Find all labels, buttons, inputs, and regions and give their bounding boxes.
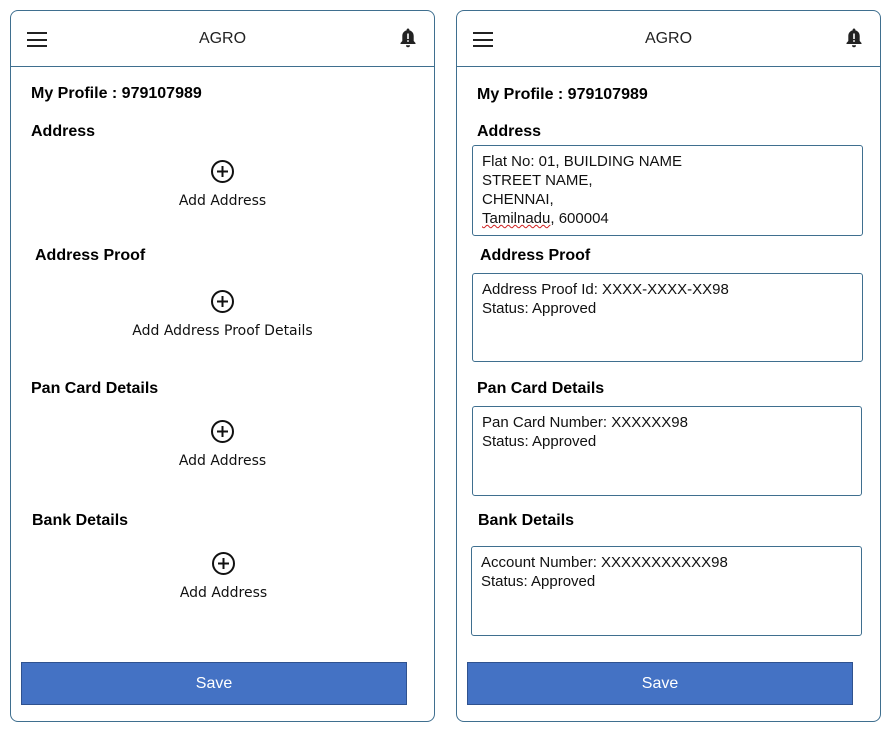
bank-account-number: Account Number: XXXXXXXXXXX98 — [481, 554, 728, 571]
address-proof-heading: Address Proof — [35, 247, 146, 264]
address-line-1: Flat No: 01, BUILDING NAME — [482, 153, 683, 170]
bank-details-heading: Bank Details — [32, 512, 129, 529]
pan-card-status: Status: Approved — [482, 433, 597, 450]
profile-title: My Profile : 979107989 — [477, 86, 648, 103]
add-pan-card-button[interactable]: Add Address — [11, 419, 434, 469]
address-box[interactable]: Flat No: 01, BUILDING NAME STREET NAME, … — [472, 145, 863, 236]
plus-circle-icon — [212, 552, 235, 575]
address-line-2: STREET NAME, — [482, 172, 593, 189]
add-bank-details-label: Add Address — [179, 585, 268, 601]
add-address-proof-button[interactable]: Add Address Proof Details — [11, 289, 434, 339]
empty-profile-screen: AGRO My Profile : 979107989 Address Add … — [10, 10, 435, 722]
address-state: Tamilnadu — [482, 210, 551, 227]
bell-alert-icon[interactable] — [844, 27, 864, 49]
add-address-proof-label: Add Address Proof Details — [132, 323, 313, 339]
plus-circle-icon — [211, 290, 234, 313]
address-proof-heading: Address Proof — [480, 247, 591, 264]
add-bank-details-button[interactable]: Add Address — [12, 551, 435, 601]
pan-card-number: Pan Card Number: XXXXXX98 — [482, 414, 688, 431]
address-pincode: , 600004 — [550, 210, 609, 227]
app-bar: AGRO — [11, 11, 434, 67]
bell-alert-icon[interactable] — [398, 27, 418, 49]
add-address-button[interactable]: Add Address — [11, 159, 434, 209]
bank-details-box[interactable]: Account Number: XXXXXXXXXXX98 Status: Ap… — [471, 546, 862, 636]
address-proof-id: Address Proof Id: XXXX-XXXX-XX98 — [482, 281, 729, 298]
pan-card-box[interactable]: Pan Card Number: XXXXXX98 Status: Approv… — [472, 406, 862, 496]
add-pan-card-label: Add Address — [178, 453, 267, 469]
address-line-3: CHENNAI, — [482, 191, 554, 208]
profile-title: My Profile : 979107989 — [31, 85, 202, 102]
address-heading: Address — [31, 123, 96, 140]
pan-card-heading: Pan Card Details — [31, 380, 159, 397]
pan-card-heading: Pan Card Details — [477, 380, 605, 397]
filled-profile-screen: AGRO My Profile : 979107989 Address Flat… — [456, 10, 881, 722]
app-bar: AGRO — [457, 11, 880, 67]
address-heading: Address — [477, 123, 542, 140]
save-button[interactable]: Save — [467, 662, 853, 705]
plus-circle-icon — [211, 420, 234, 443]
address-line-4: Tamilnadu, 600004 — [482, 209, 853, 228]
app-title: AGRO — [644, 30, 693, 47]
bank-details-heading: Bank Details — [478, 512, 575, 529]
address-proof-status: Status: Approved — [482, 300, 597, 317]
plus-circle-icon — [211, 160, 234, 183]
save-button[interactable]: Save — [21, 662, 407, 705]
bank-details-status: Status: Approved — [481, 573, 596, 590]
address-proof-box[interactable]: Address Proof Id: XXXX-XXXX-XX98 Status:… — [472, 273, 863, 362]
app-title: AGRO — [198, 30, 247, 47]
add-address-label: Add Address — [178, 193, 267, 209]
